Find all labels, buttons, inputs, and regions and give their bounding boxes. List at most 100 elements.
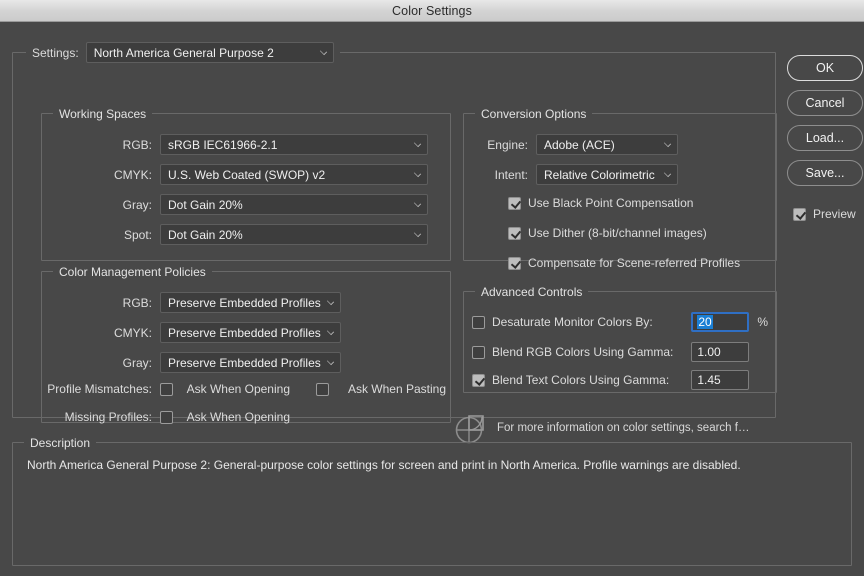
checkbox-label: Blend Text Colors Using Gamma: [492, 373, 670, 387]
settings-preset-value: North America General Purpose 2 [93, 45, 274, 60]
intent-label: Intent: [494, 167, 528, 182]
blend-text-value-input[interactable]: 1.45 [691, 370, 750, 390]
advanced-controls-group: Advanced Controls Desaturate Monitor Col… [463, 285, 777, 393]
working-space-value-cmyk: U.S. Web Coated (SWOP) v2 [168, 167, 326, 182]
working-space-dropdown-cmyk[interactable]: U.S. Web Coated (SWOP) v2 [160, 164, 428, 185]
chevron-down-icon [413, 169, 422, 177]
checkbox-compensate-scene-referred[interactable]: Compensate for Scene-referred Profiles [508, 256, 741, 270]
chevron-down-icon [326, 297, 334, 305]
cancel-button[interactable]: Cancel [787, 90, 863, 116]
working-space-label-cmyk: CMYK: [113, 167, 152, 182]
checkbox-box[interactable] [508, 226, 521, 240]
checkbox-desaturate-monitor-colors[interactable]: Desaturate Monitor Colors By: [472, 315, 653, 329]
engine-label: Engine: [487, 137, 528, 152]
blend-rgb-row: Blend RGB Colors Using Gamma: 1.00 % [472, 342, 768, 362]
policy-dropdown-gray[interactable]: Preserve Embedded Profiles [160, 352, 341, 373]
dialog-buttons: OK Cancel Load... Save... Preview [787, 55, 863, 221]
color-wheel-icon [455, 415, 484, 444]
policy-row-gray: Gray: Preserve Embedded Profiles [42, 352, 341, 373]
missing-profiles-label: Missing Profiles: [64, 410, 152, 424]
description-text: North America General Purpose 2: General… [27, 458, 741, 472]
checkbox-label: Use Black Point Compensation [528, 196, 694, 210]
profile-mismatches-label: Profile Mismatches: [47, 382, 152, 396]
settings-preset-row: Settings: North America General Purpose … [26, 42, 340, 63]
missing-profiles-row: Missing Profiles: Ask When Opening [42, 410, 298, 424]
policy-value-rgb: Preserve Embedded Profiles [168, 295, 321, 310]
checkbox-blend-text-colors[interactable]: Blend Text Colors Using Gamma: [472, 373, 669, 387]
engine-dropdown[interactable]: Adobe (ACE) [536, 134, 678, 155]
working-spaces-group: Working Spaces RGB: sRGB IEC61966-2.1 CM… [41, 107, 451, 261]
color-settings-dialog: Settings: North America General Purpose … [0, 22, 864, 576]
chevron-down-icon [319, 47, 327, 55]
checkbox-box[interactable] [508, 196, 521, 210]
checkbox-ask-when-pasting[interactable]: Ask When Pasting [316, 382, 454, 396]
footer-info: For more information on color settings, … [453, 411, 783, 445]
working-space-row-cmyk: CMYK: U.S. Web Coated (SWOP) v2 [42, 164, 450, 185]
intent-dropdown[interactable]: Relative Colorimetric [536, 164, 678, 185]
color-management-policies-group: Color Management Policies RGB: Preserve … [41, 265, 454, 424]
desaturate-row: Desaturate Monitor Colors By: 20 % [472, 312, 768, 332]
checkbox-ask-when-opening-mismatch[interactable]: Ask When Opening [160, 382, 298, 396]
checkbox-use-black-point-compensation[interactable]: Use Black Point Compensation [508, 196, 694, 210]
checkbox-label: Desaturate Monitor Colors By: [492, 315, 653, 329]
checkbox-blend-rgb-colors[interactable]: Blend RGB Colors Using Gamma: [472, 345, 673, 359]
settings-label: Settings: [32, 45, 79, 60]
blend-rgb-value-input[interactable]: 1.00 [691, 342, 750, 362]
policy-label-rgb: RGB: [122, 295, 152, 310]
working-space-label-gray: Gray: [122, 197, 152, 212]
blend-text-row: Blend Text Colors Using Gamma: 1.45 % [472, 370, 768, 390]
policy-label-gray: Gray: [122, 355, 152, 370]
blend-text-value: 1.45 [697, 373, 721, 387]
settings-preset-dropdown[interactable]: North America General Purpose 2 [85, 42, 334, 63]
percent-label: % [757, 315, 768, 329]
chevron-down-icon [663, 139, 672, 147]
checkbox-box[interactable] [472, 373, 485, 387]
desaturate-value-input[interactable]: 20 [691, 312, 750, 332]
engine-row: Engine: Adobe (ACE) [464, 134, 678, 155]
checkbox-box[interactable] [160, 382, 173, 396]
checkbox-box[interactable] [793, 207, 806, 221]
advanced-controls-title: Advanced Controls [475, 285, 589, 299]
chevron-down-icon [326, 327, 334, 335]
working-space-value-rgb: sRGB IEC61966-2.1 [168, 137, 278, 152]
checkbox-label: Ask When Opening [186, 410, 290, 424]
footer-info-text: For more information on color settings, … [497, 422, 750, 434]
conversion-options-group: Conversion Options Engine: Adobe (ACE) I… [463, 107, 777, 270]
chevron-down-icon [413, 139, 422, 147]
checkbox-label: Compensate for Scene-referred Profiles [528, 256, 741, 270]
save-button[interactable]: Save... [787, 160, 863, 186]
checkbox-label: Ask When Pasting [347, 382, 446, 396]
intent-value: Relative Colorimetric [544, 167, 655, 182]
working-space-row-rgb: RGB: sRGB IEC61966-2.1 [42, 134, 450, 155]
policy-row-cmyk: CMYK: Preserve Embedded Profiles [42, 322, 341, 343]
working-space-row-gray: Gray: Dot Gain 20% [42, 194, 450, 215]
checkbox-box[interactable] [508, 256, 521, 270]
policy-label-cmyk: CMYK: [113, 325, 152, 340]
description-title: Description [24, 436, 97, 450]
checkbox-label: Ask When Opening [186, 382, 290, 396]
working-space-value-gray: Dot Gain 20% [168, 197, 243, 212]
window-title: Color Settings [392, 3, 472, 18]
policy-value-gray: Preserve Embedded Profiles [168, 355, 321, 370]
load-button[interactable]: Load... [787, 125, 863, 151]
checkbox-box[interactable] [160, 410, 173, 424]
intent-row: Intent: Relative Colorimetric [464, 164, 678, 185]
working-space-label-spot: Spot: [123, 227, 152, 242]
policy-value-cmyk: Preserve Embedded Profiles [168, 325, 321, 340]
checkbox-ask-when-opening-missing[interactable]: Ask When Opening [160, 410, 298, 424]
checkbox-use-dither[interactable]: Use Dither (8-bit/channel images) [508, 226, 707, 240]
working-space-dropdown-spot[interactable]: Dot Gain 20% [160, 224, 428, 245]
working-space-dropdown-gray[interactable]: Dot Gain 20% [160, 194, 428, 215]
checkbox-box[interactable] [472, 345, 485, 359]
ok-button[interactable]: OK [787, 55, 863, 81]
profile-mismatches-row: Profile Mismatches: Ask When Opening Ask… [42, 382, 454, 396]
working-space-dropdown-rgb[interactable]: sRGB IEC61966-2.1 [160, 134, 428, 155]
checkbox-label: Use Dither (8-bit/channel images) [528, 226, 707, 240]
checkbox-preview[interactable]: Preview [787, 207, 863, 221]
chevron-down-icon [326, 357, 334, 365]
policy-dropdown-cmyk[interactable]: Preserve Embedded Profiles [160, 322, 341, 343]
checkbox-box[interactable] [472, 315, 485, 329]
chevron-down-icon [413, 199, 422, 207]
policy-dropdown-rgb[interactable]: Preserve Embedded Profiles [160, 292, 341, 313]
checkbox-box[interactable] [316, 382, 329, 396]
